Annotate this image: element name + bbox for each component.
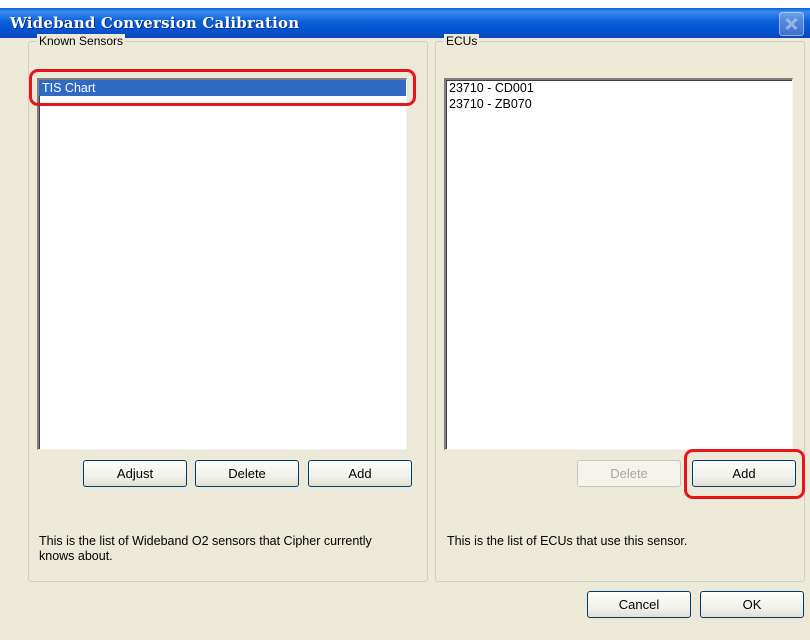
delete-sensor-button[interactable]: Delete	[195, 460, 299, 487]
dialog-window: Wideband Conversion Calibration Known Se…	[0, 8, 810, 640]
ecu-item-zb070[interactable]: 23710 - ZB070	[446, 96, 792, 112]
known-sensors-label: Known Sensors	[37, 34, 126, 48]
delete-ecu-button[interactable]: Delete	[577, 460, 681, 487]
ecu-item-cd001[interactable]: 23710 - CD001	[446, 80, 792, 96]
adjust-sensor-button[interactable]: Adjust	[83, 460, 187, 487]
known-sensors-description: This is the list of Wideband O2 sensors …	[39, 534, 372, 563]
cancel-button[interactable]: Cancel	[587, 591, 691, 618]
window-title: Wideband Conversion Calibration	[10, 14, 300, 32]
ecus-group: ECUs 23710 - CD001 23710 - ZB070 Delete …	[435, 34, 805, 582]
ecus-label: ECUs	[444, 34, 480, 48]
known-sensors-group: Known Sensors TIS Chart Adjust Delete Ad…	[28, 34, 428, 582]
known-sensors-list[interactable]: TIS Chart	[37, 78, 407, 450]
close-icon[interactable]	[779, 12, 804, 36]
ok-button[interactable]: OK	[700, 591, 804, 618]
highlight-sensor-selection	[29, 69, 416, 106]
ecus-description: This is the list of ECUs that use this s…	[447, 534, 688, 548]
add-sensor-button[interactable]: Add	[308, 460, 412, 487]
highlight-add-ecu-button	[684, 449, 805, 499]
ecus-list[interactable]: 23710 - CD001 23710 - ZB070	[444, 78, 793, 450]
